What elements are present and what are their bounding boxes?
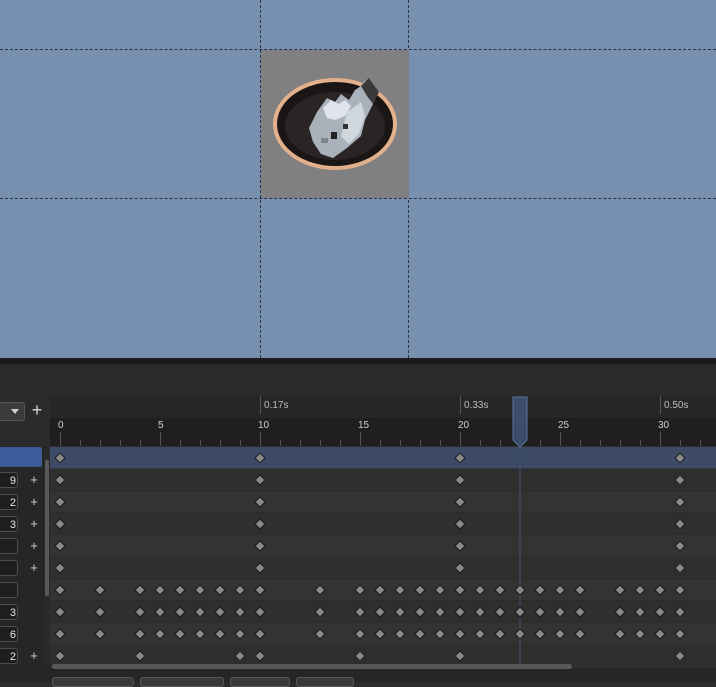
playhead-handle[interactable] <box>513 397 527 447</box>
track-value-field[interactable]: 3 <box>0 604 18 620</box>
time-marker-label: 0.50s <box>664 400 688 411</box>
timeline-row[interactable] <box>50 491 716 513</box>
mole-in-hole-sprite <box>261 50 409 198</box>
frame-label: 5 <box>158 420 164 431</box>
frame-label: 20 <box>458 420 470 431</box>
frame-label: 30 <box>658 420 670 431</box>
timeline-row[interactable] <box>50 645 716 664</box>
track-value-field[interactable]: 6 <box>0 626 18 642</box>
add-track-button[interactable]: + <box>29 400 45 420</box>
track-value-field[interactable]: 2 <box>0 648 18 664</box>
animation-panel-header <box>0 364 716 396</box>
track-value-field[interactable]: 9 <box>0 472 18 488</box>
add-keyframe-button[interactable]: + <box>28 516 40 532</box>
track-dropdown[interactable] <box>0 402 25 421</box>
footer-tab-1[interactable] <box>52 677 134 687</box>
track-value-field[interactable]: 2 <box>0 494 18 510</box>
footer-tab-4[interactable] <box>296 677 354 687</box>
frame-label: 10 <box>258 420 270 431</box>
frame-label: 0 <box>58 420 64 431</box>
timeline-scrollbar[interactable] <box>52 664 572 669</box>
track-row-selected[interactable] <box>0 447 42 467</box>
footer-tab-2[interactable] <box>140 677 224 687</box>
add-keyframe-button[interactable]: + <box>28 472 40 488</box>
add-keyframe-button[interactable]: + <box>28 494 40 510</box>
sprite-preview[interactable] <box>261 50 409 198</box>
time-marker-label: 0.17s <box>264 400 288 411</box>
timeline-row[interactable] <box>50 447 716 469</box>
track-value-field[interactable] <box>0 538 18 554</box>
frame-ruler <box>50 418 716 446</box>
time-marker-label: 0.33s <box>464 400 488 411</box>
add-keyframe-button[interactable]: + <box>28 538 40 554</box>
timeline-editor[interactable]: 0 5 10 15 20 25 30 0.17s 0.33s 0.50s <box>50 396 716 664</box>
track-value-field[interactable] <box>0 582 18 598</box>
footer-tab-3[interactable] <box>230 677 290 687</box>
add-keyframe-button[interactable]: + <box>28 648 40 664</box>
frame-label: 15 <box>358 420 370 431</box>
timeline-row[interactable] <box>50 535 716 557</box>
timeline-row[interactable] <box>50 469 716 491</box>
track-value-field[interactable]: 3 <box>0 516 18 532</box>
frame-label: 25 <box>558 420 570 431</box>
timeline-row[interactable] <box>50 557 716 579</box>
time-ruler <box>50 396 716 418</box>
timeline-row[interactable] <box>50 513 716 535</box>
scene-viewport[interactable] <box>0 0 716 358</box>
chevron-down-icon <box>11 409 19 414</box>
track-list-scrollbar[interactable] <box>45 460 49 596</box>
guide-line-horizontal-bottom <box>0 198 716 199</box>
add-keyframe-button[interactable]: + <box>28 560 40 576</box>
track-value-field[interactable] <box>0 560 18 576</box>
